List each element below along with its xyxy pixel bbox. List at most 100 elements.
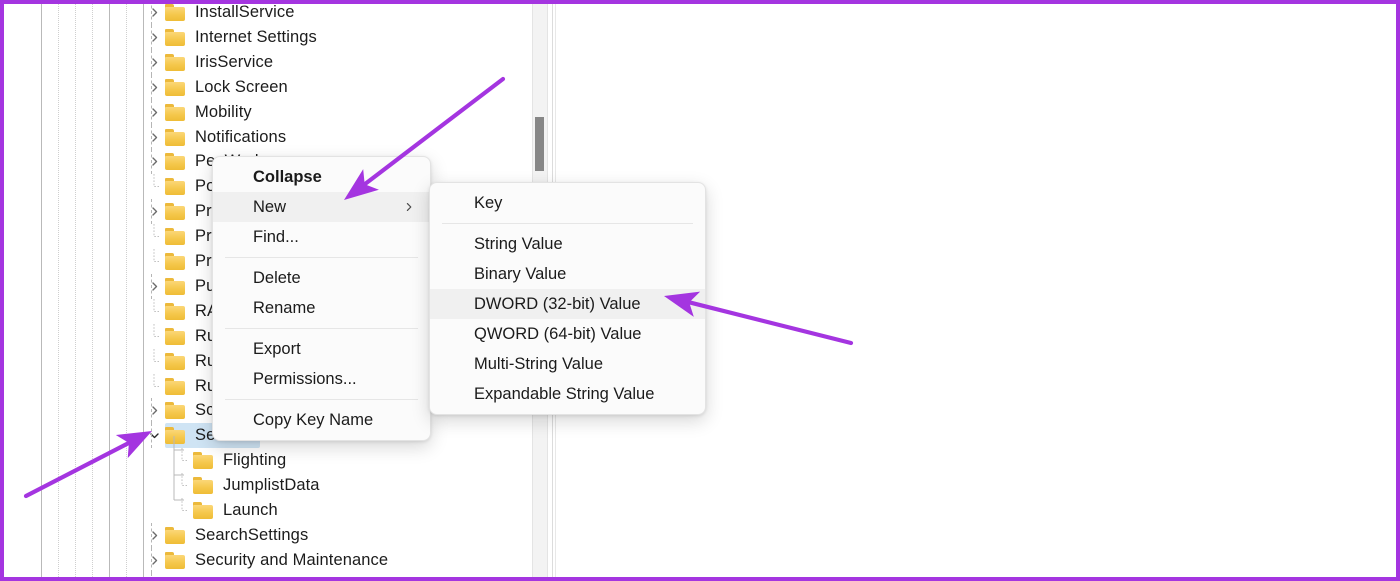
menu-item-label: New bbox=[253, 197, 287, 216]
menu-item-string-value[interactable]: String Value bbox=[430, 229, 705, 259]
chevron-right-icon bbox=[404, 192, 414, 222]
folder-icon bbox=[165, 526, 187, 544]
chevron-down-icon[interactable] bbox=[146, 423, 162, 448]
menu-separator bbox=[442, 223, 693, 224]
tree-item-irisservice[interactable]: IrisService bbox=[4, 49, 273, 75]
tree-item-scr[interactable]: Scr bbox=[4, 398, 220, 424]
tree-item-installservice[interactable]: InstallService bbox=[4, 4, 295, 25]
menu-item-label: Permissions... bbox=[253, 369, 357, 388]
chevron-right-icon[interactable] bbox=[146, 149, 162, 174]
tree-item-internet-settings[interactable]: Internet Settings bbox=[4, 24, 317, 50]
chevron-right-icon[interactable] bbox=[146, 125, 162, 150]
tree-item-searchsettings[interactable]: SearchSettings bbox=[4, 522, 308, 548]
tree-connector-stub bbox=[146, 373, 162, 399]
tree-connector-stub bbox=[146, 249, 162, 274]
menu-item-binary-value[interactable]: Binary Value bbox=[430, 259, 705, 289]
tree-item-pre[interactable]: Pre bbox=[4, 224, 221, 249]
tree-item-flighting[interactable]: Flighting bbox=[4, 448, 286, 473]
tree-item-label: Shell Extensions bbox=[187, 573, 319, 577]
tree-item-priv[interactable]: Priv bbox=[4, 249, 224, 274]
tree-item-run[interactable]: Run bbox=[4, 373, 226, 399]
folder-icon bbox=[165, 551, 187, 569]
tree-item-jumplistdata[interactable]: JumplistData bbox=[4, 473, 320, 498]
folder-icon bbox=[165, 352, 187, 370]
chevron-right-icon[interactable] bbox=[146, 100, 162, 125]
menu-item-permissions[interactable]: Permissions... bbox=[213, 364, 430, 394]
menu-item-multi-string-value[interactable]: Multi-String Value bbox=[430, 349, 705, 379]
tree-item-launch[interactable]: Launch bbox=[4, 498, 278, 523]
menu-item-label: Expandable String Value bbox=[474, 384, 655, 403]
tree-vertical-scrollbar-thumb[interactable] bbox=[535, 117, 544, 171]
chevron-right-icon[interactable] bbox=[146, 4, 162, 25]
tree-connector-line bbox=[151, 273, 152, 299]
menu-item-label: Binary Value bbox=[474, 264, 567, 283]
tree-item-pol[interactable]: Pol bbox=[4, 174, 219, 199]
tree-connector-line bbox=[151, 149, 152, 175]
folder-icon bbox=[165, 4, 187, 21]
menu-separator bbox=[225, 257, 418, 258]
menu-item-label: Find... bbox=[253, 227, 299, 246]
tree-connector-line bbox=[151, 572, 152, 577]
chevron-right-icon[interactable] bbox=[146, 523, 162, 548]
tree-connector-line bbox=[151, 24, 152, 50]
chevron-right-icon[interactable] bbox=[146, 75, 162, 100]
menu-item-key[interactable]: Key bbox=[430, 188, 705, 218]
tree-connector-stub bbox=[146, 298, 162, 324]
tree-item-label: Lock Screen bbox=[195, 77, 288, 96]
tree-connector-line bbox=[151, 99, 152, 125]
tree-item-run[interactable]: Run bbox=[4, 348, 226, 374]
menu-item-expandable-string-value[interactable]: Expandable String Value bbox=[430, 379, 705, 409]
chevron-right-icon[interactable] bbox=[146, 573, 162, 577]
menu-item-new[interactable]: New bbox=[213, 192, 430, 222]
menu-item-dword-32-bit-value[interactable]: DWORD (32-bit) Value bbox=[430, 289, 705, 319]
tree-item-notifications[interactable]: Notifications bbox=[4, 124, 286, 150]
chevron-right-icon[interactable] bbox=[146, 25, 162, 50]
menu-item-label: DWORD (32-bit) Value bbox=[474, 294, 641, 313]
menu-item-export[interactable]: Export bbox=[213, 334, 430, 364]
chevron-right-icon[interactable] bbox=[146, 199, 162, 224]
menu-item-label: Collapse bbox=[253, 167, 322, 186]
menu-item-label: Multi-String Value bbox=[474, 354, 603, 373]
menu-item-label: Rename bbox=[253, 298, 316, 317]
folder-icon bbox=[193, 477, 215, 495]
tree-item-pus[interactable]: Pus bbox=[4, 273, 224, 299]
menu-item-copy-key-name[interactable]: Copy Key Name bbox=[213, 405, 430, 435]
folder-icon bbox=[165, 277, 187, 295]
menu-item-label: Copy Key Name bbox=[253, 410, 374, 429]
tree-item-label: InstallService bbox=[195, 4, 295, 21]
tree-connector-line bbox=[151, 522, 152, 548]
menu-separator bbox=[225, 399, 418, 400]
folder-icon bbox=[165, 103, 187, 121]
tree-item-pre[interactable]: Pre bbox=[4, 199, 221, 225]
tree-connector-line bbox=[151, 199, 152, 225]
tree-item-run[interactable]: Run bbox=[4, 323, 226, 349]
tree-item-mobility[interactable]: Mobility bbox=[4, 99, 252, 125]
tree-connector-stub bbox=[146, 174, 162, 199]
key-context-menu[interactable]: Collapse New Find... Delete Rename Export Perm… bbox=[212, 156, 431, 441]
menu-item-rename[interactable]: Rename bbox=[213, 293, 430, 323]
tree-item-ra[interactable]: RA bbox=[4, 298, 218, 324]
menu-item-find[interactable]: Find... bbox=[213, 222, 430, 252]
menu-item-label: String Value bbox=[474, 234, 563, 253]
menu-item-delete[interactable]: Delete bbox=[213, 263, 430, 293]
menu-item-qword-64-bit-value[interactable]: QWORD (64-bit) Value bbox=[430, 319, 705, 349]
chevron-right-icon[interactable] bbox=[146, 50, 162, 75]
tree-item-lock-screen[interactable]: Lock Screen bbox=[4, 74, 288, 100]
menu-item-collapse[interactable]: Collapse bbox=[213, 162, 430, 192]
folder-icon bbox=[165, 78, 187, 96]
tree-connector-line bbox=[151, 74, 152, 100]
tree-item-shell-extensions[interactable]: Shell Extensions bbox=[4, 572, 319, 577]
new-submenu[interactable]: Key String Value Binary Value DWORD (32-bit… bbox=[429, 182, 706, 415]
chevron-right-icon[interactable] bbox=[146, 274, 162, 299]
tree-item-security-and-maintenance[interactable]: Security and Maintenance bbox=[4, 547, 388, 573]
folder-icon bbox=[165, 28, 187, 46]
chevron-right-icon[interactable] bbox=[146, 398, 162, 423]
tree-connector-line bbox=[151, 124, 152, 150]
folder-icon bbox=[165, 128, 187, 146]
chevron-right-icon[interactable] bbox=[146, 548, 162, 573]
folder-icon bbox=[165, 253, 187, 270]
folder-icon bbox=[165, 178, 187, 196]
tree-connector-stub bbox=[146, 224, 162, 249]
menu-item-label: Export bbox=[253, 339, 301, 358]
folder-icon bbox=[165, 53, 187, 71]
